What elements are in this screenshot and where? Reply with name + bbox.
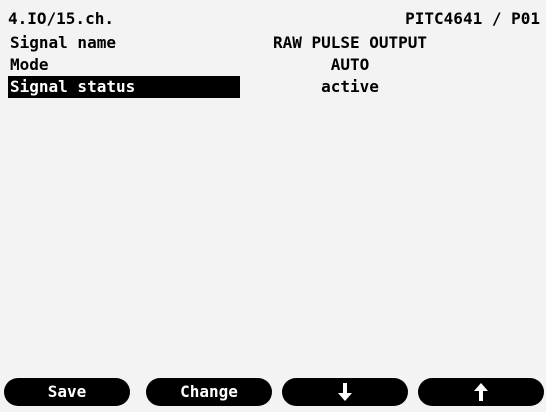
softkey-bar: Save Change	[0, 378, 546, 408]
header-bar: 4.IO/15.ch. PITC4641 / P01	[8, 8, 540, 30]
down-arrow-icon	[337, 378, 353, 406]
up-arrow-icon	[473, 378, 489, 406]
mode-label: Mode	[10, 55, 49, 74]
signal-name-label: Signal name	[10, 33, 116, 52]
signal-status-value: active	[321, 77, 379, 96]
save-button[interactable]: Save	[4, 378, 130, 406]
row-signal-status[interactable]: Signal status active	[8, 76, 540, 98]
mode-value: AUTO	[330, 55, 370, 74]
down-button[interactable]	[282, 378, 408, 406]
signal-name-value: RAW PULSE OUTPUT	[272, 33, 428, 52]
device-tag: PITC4641 / P01	[405, 9, 540, 28]
device-screen: 4.IO/15.ch. PITC4641 / P01 Signal name R…	[0, 0, 546, 412]
row-mode[interactable]: Mode AUTO	[8, 54, 540, 76]
signal-status-label: Signal status	[8, 76, 240, 98]
up-button[interactable]	[418, 378, 544, 406]
change-button[interactable]: Change	[146, 378, 272, 406]
channel-id: 4.IO/15.ch.	[8, 9, 114, 28]
row-signal-name[interactable]: Signal name RAW PULSE OUTPUT	[8, 32, 540, 54]
